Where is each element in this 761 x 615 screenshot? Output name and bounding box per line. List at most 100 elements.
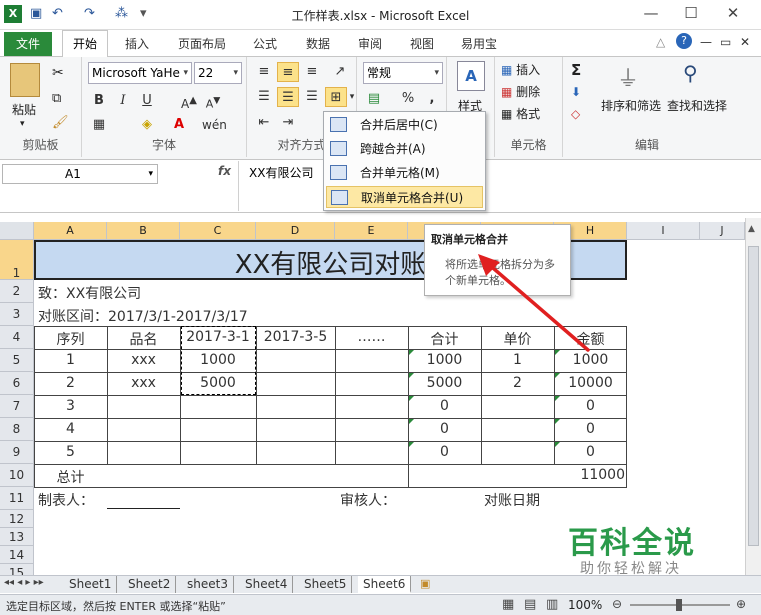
zoom-slider-thumb[interactable]	[676, 599, 682, 611]
fill-icon[interactable]: ⬇	[571, 85, 581, 99]
table-cell[interactable]: 0	[408, 444, 481, 460]
table-cell[interactable]: 2	[481, 375, 554, 391]
insert-function-icon[interactable]: fx	[218, 164, 231, 178]
table-cell[interactable]: 2	[34, 375, 107, 391]
phonetic-icon[interactable]: wén	[202, 115, 227, 135]
copy-icon[interactable]: ⧉	[52, 91, 61, 106]
format-cells-button[interactable]: ▦ 格式	[501, 105, 540, 122]
row-header-7[interactable]: 7	[0, 395, 34, 418]
sheet-tab-4[interactable]: Sheet4	[240, 576, 294, 593]
restore-doc-icon[interactable]: ▭	[720, 35, 731, 49]
tab-yiyongbao[interactable]: 易用宝	[461, 35, 497, 52]
autosum-button[interactable]: Σ	[571, 61, 581, 79]
table-cell[interactable]: 0	[554, 421, 627, 437]
formula-input[interactable]: XX有限公司	[238, 161, 748, 211]
row-header-3[interactable]: 3	[0, 303, 34, 326]
decrease-indent-icon[interactable]: ⇤	[253, 113, 275, 133]
page-break-view-icon[interactable]: ▥	[546, 597, 558, 612]
table-cell[interactable]: xxx	[107, 352, 180, 368]
increase-indent-icon[interactable]: ⇥	[277, 113, 299, 133]
merge-center-button[interactable]: ⊞	[325, 87, 347, 107]
col-header-a[interactable]: A	[34, 222, 107, 240]
grow-font-icon[interactable]: A▲	[178, 91, 200, 111]
currency-icon[interactable]: ▤	[363, 89, 385, 109]
close-icon[interactable]: ✕	[722, 4, 744, 24]
tab-file[interactable]: 文件	[4, 32, 52, 56]
sheet-tab-3[interactable]: sheet3	[182, 576, 234, 593]
sheet-nav-icon[interactable]: ◂◂ ◂ ▸ ▸▸	[4, 577, 44, 588]
table-cell[interactable]: 5	[34, 444, 107, 460]
header-cell[interactable]: 2017-3-5	[256, 329, 335, 345]
align-top-icon[interactable]: ≡	[253, 62, 275, 82]
table-cell[interactable]: 1	[34, 352, 107, 368]
align-middle-icon[interactable]: ≡	[277, 62, 299, 82]
row-header-4[interactable]: 4	[0, 326, 34, 349]
paste-button[interactable]: 粘贴	[12, 101, 36, 118]
table-cell[interactable]: 0	[408, 398, 481, 414]
header-cell[interactable]: 品名	[107, 329, 180, 349]
table-cell[interactable]: 1000	[180, 352, 256, 368]
name-box[interactable]: A1 ▾	[2, 164, 158, 184]
row-header-12[interactable]: 12	[0, 510, 34, 528]
tab-formulas[interactable]: 公式	[253, 35, 277, 52]
row-header-14[interactable]: 14	[0, 546, 34, 564]
table-cell[interactable]: 0	[554, 444, 627, 460]
col-header-e[interactable]: E	[335, 222, 408, 240]
new-sheet-icon[interactable]: ▣	[420, 577, 430, 590]
table-cell[interactable]: xxx	[107, 375, 180, 391]
col-header-c[interactable]: C	[180, 222, 256, 240]
sort-filter-button[interactable]: 排序和筛选	[601, 97, 661, 114]
delete-cells-button[interactable]: ▦ 删除	[501, 83, 540, 100]
clear-icon[interactable]: ◇	[571, 107, 580, 121]
tab-insert[interactable]: 插入	[125, 35, 149, 52]
tab-review[interactable]: 审阅	[358, 35, 382, 52]
row-header-2[interactable]: 2	[0, 280, 34, 303]
header-cell[interactable]: ……	[335, 329, 408, 345]
tab-data[interactable]: 数据	[306, 35, 330, 52]
merge-dropdown-icon[interactable]: ▾	[347, 87, 357, 107]
bold-button[interactable]: B	[88, 91, 110, 111]
vertical-scrollbar[interactable]: ▲	[745, 218, 761, 575]
close-doc-icon[interactable]: ✕	[740, 35, 750, 49]
underline-button[interactable]: U	[136, 91, 158, 111]
col-header-j[interactable]: J	[700, 222, 745, 240]
table-cell[interactable]: 0	[554, 398, 627, 414]
table-cell[interactable]: 4	[34, 421, 107, 437]
italic-button[interactable]: I	[112, 91, 134, 111]
align-bottom-icon[interactable]: ≡	[301, 62, 323, 82]
insert-cells-button[interactable]: ▦ 插入	[501, 61, 540, 78]
col-header-b[interactable]: B	[107, 222, 180, 240]
min-doc-icon[interactable]: —	[700, 35, 712, 49]
total-label[interactable]: 总计	[34, 467, 107, 487]
table-cell[interactable]: 5000	[180, 375, 256, 391]
sheet-tab-5[interactable]: Sheet5	[299, 576, 353, 593]
table-cell[interactable]: 10000	[554, 375, 627, 391]
zoom-out-icon[interactable]: ⊖	[612, 597, 622, 611]
comma-button[interactable]: ,	[421, 89, 443, 109]
table-cell[interactable]: 5000	[408, 375, 481, 391]
maximize-icon[interactable]: ☐	[680, 4, 702, 24]
orientation-icon[interactable]: ↗	[329, 62, 351, 82]
find-select-button[interactable]: 查找和选择	[667, 97, 727, 114]
row-header-10[interactable]: 10	[0, 464, 34, 487]
font-name-select[interactable]: Microsoft YaHe ▾	[88, 62, 192, 84]
menu-merge-cells[interactable]: 合并单元格(M)	[326, 162, 483, 184]
table-cell[interactable]: 3	[34, 398, 107, 414]
zoom-level[interactable]: 100%	[568, 598, 602, 612]
borders-icon[interactable]: ▦	[88, 115, 110, 135]
row-header-15[interactable]: 15	[0, 564, 34, 575]
cut-icon[interactable]: ✂	[52, 65, 64, 81]
font-color-icon[interactable]: A	[168, 115, 190, 135]
align-center-icon[interactable]: ☰	[277, 87, 299, 107]
normal-view-icon[interactable]: ▦	[502, 597, 514, 612]
format-painter-icon[interactable]: 🖌	[52, 115, 69, 130]
find-select-icon[interactable]: ⚲	[683, 61, 698, 85]
col-header-i[interactable]: I	[627, 222, 700, 240]
row-header-13[interactable]: 13	[0, 528, 34, 546]
shrink-font-icon[interactable]: A▼	[202, 91, 224, 111]
tab-page-layout[interactable]: 页面布局	[178, 35, 226, 52]
zoom-in-icon[interactable]: ⊕	[736, 597, 746, 611]
total-value[interactable]: 11000	[540, 467, 625, 483]
sort-filter-icon[interactable]: ⏚	[617, 61, 639, 93]
row-header-9[interactable]: 9	[0, 441, 34, 464]
